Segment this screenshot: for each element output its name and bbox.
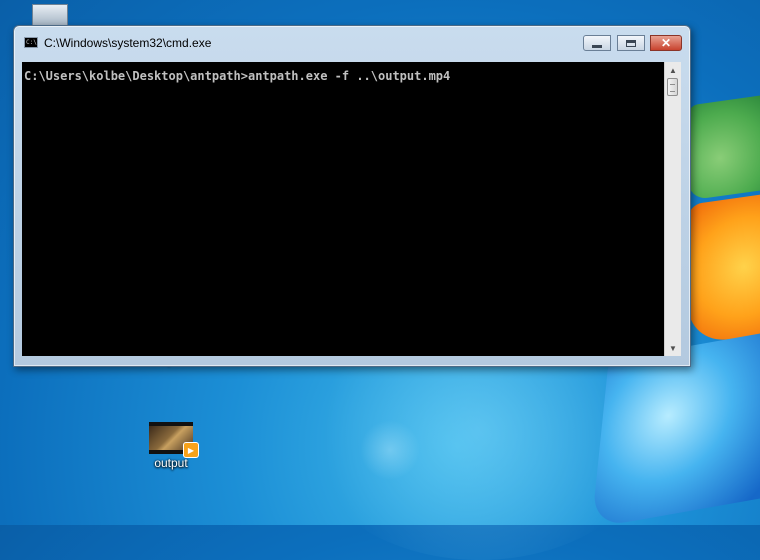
close-icon: ✕ [660, 36, 672, 50]
close-button[interactable]: ✕ [650, 35, 682, 51]
cmd-window[interactable]: C:\ C:\Windows\system32\cmd.exe ✕ C:\Use… [13, 25, 691, 367]
console-icon: C:\ [24, 37, 38, 48]
scroll-thumb[interactable] [667, 78, 678, 96]
video-file-icon: ▶ [149, 422, 199, 458]
maximize-button[interactable] [617, 35, 645, 51]
title-bar[interactable]: C:\ C:\Windows\system32\cmd.exe ✕ [14, 26, 690, 56]
desktop-icon-output[interactable]: ▶ output [131, 422, 211, 470]
minimize-icon [592, 44, 602, 48]
scroll-up-button[interactable]: ▲ [665, 62, 681, 78]
scroll-down-button[interactable]: ▼ [665, 340, 681, 356]
minimize-button[interactable] [583, 35, 611, 51]
windows-logo-green [688, 94, 760, 201]
desktop-icon-label: output [154, 456, 188, 470]
play-icon: ▶ [183, 442, 199, 458]
maximize-icon [626, 39, 636, 47]
window-title: C:\Windows\system32\cmd.exe [44, 36, 212, 50]
wallpaper-glow-small [360, 420, 420, 480]
console-output[interactable]: C:\Users\kolbe\Desktop\antpath>antpath.e… [22, 62, 664, 356]
vertical-scrollbar[interactable]: ▲ ▼ [664, 62, 681, 356]
windows-logo-orange [688, 185, 760, 345]
console-text: C:\Users\kolbe\Desktop\antpath>antpath.e… [24, 69, 451, 83]
recycle-bin-icon[interactable] [32, 4, 68, 27]
chevron-up-icon: ▲ [669, 65, 677, 75]
chevron-down-icon: ▼ [669, 343, 677, 353]
